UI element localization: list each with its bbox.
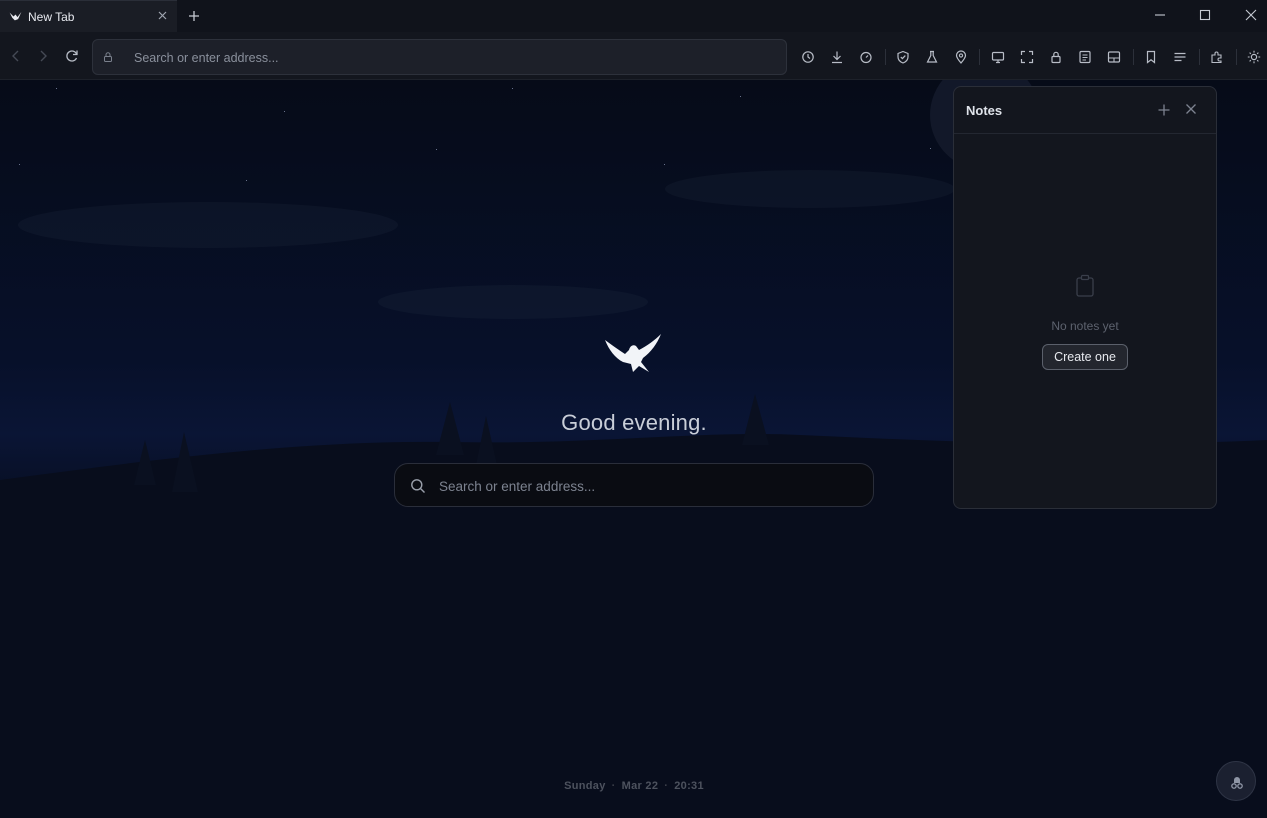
notes-header: Notes bbox=[954, 87, 1216, 134]
address-input[interactable] bbox=[132, 48, 736, 68]
newtab-search-box[interactable] bbox=[394, 463, 874, 507]
toolbar-divider bbox=[1133, 49, 1134, 65]
notes-empty-text: No notes yet bbox=[1051, 319, 1119, 333]
close-window-icon[interactable] bbox=[1244, 8, 1258, 22]
toolbar-divider bbox=[1199, 49, 1200, 65]
lock-toggle-icon[interactable] bbox=[1049, 50, 1063, 64]
title-bar: New Tab bbox=[0, 0, 1267, 32]
time-text: 20:31 bbox=[674, 780, 704, 792]
fullscreen-icon[interactable] bbox=[1020, 50, 1034, 64]
notes-panel: Notes No notes yet Create one bbox=[953, 86, 1217, 509]
download-icon[interactable] bbox=[830, 50, 844, 64]
date-time-footer: Sunday · Mar 22 · 20:31 bbox=[564, 780, 704, 792]
maximize-icon[interactable] bbox=[1198, 8, 1212, 22]
notes-title: Notes bbox=[966, 103, 1003, 118]
toolbar-divider bbox=[979, 49, 980, 65]
back-arrow-icon[interactable] bbox=[9, 49, 23, 63]
reader-icon[interactable] bbox=[1078, 50, 1092, 64]
minimize-icon[interactable] bbox=[1153, 8, 1167, 22]
toolbar-divider bbox=[1236, 49, 1237, 65]
theme-sun-icon[interactable] bbox=[1247, 50, 1261, 64]
create-note-button[interactable]: Create one bbox=[1042, 344, 1128, 370]
flask-icon[interactable] bbox=[925, 50, 939, 64]
agent-icon bbox=[1231, 777, 1243, 789]
extensions-icon[interactable] bbox=[1210, 50, 1224, 64]
forward-arrow-icon[interactable] bbox=[36, 49, 50, 63]
lock-icon bbox=[102, 51, 114, 63]
date-text: Mar 22 bbox=[621, 780, 659, 792]
search-icon bbox=[410, 478, 426, 494]
clipboard-icon bbox=[1075, 274, 1095, 298]
eagle-logo-icon bbox=[603, 332, 663, 376]
greeting-text: Good evening. bbox=[561, 410, 707, 435]
monitor-icon[interactable] bbox=[991, 50, 1005, 64]
history-icon[interactable] bbox=[801, 50, 815, 64]
location-pin-icon[interactable] bbox=[954, 50, 968, 64]
add-note-plus-icon[interactable] bbox=[1157, 103, 1171, 117]
address-bar[interactable] bbox=[92, 39, 787, 75]
day-text: Sunday bbox=[564, 780, 606, 792]
newtab-search-input[interactable] bbox=[437, 476, 841, 496]
new-tab-plus-icon[interactable] bbox=[187, 9, 201, 23]
tab-title: New Tab bbox=[28, 10, 75, 24]
shield-icon[interactable] bbox=[896, 50, 910, 64]
menu-icon[interactable] bbox=[1173, 50, 1187, 64]
tab-close-icon[interactable] bbox=[156, 9, 169, 22]
reload-icon[interactable] bbox=[65, 49, 79, 63]
eagle-icon bbox=[9, 10, 22, 23]
sidebar-icon[interactable] bbox=[1107, 50, 1121, 64]
toolbar-divider bbox=[885, 49, 886, 65]
tab-new-tab[interactable]: New Tab bbox=[0, 0, 177, 32]
assistant-fab-button[interactable] bbox=[1216, 761, 1256, 801]
bookmark-icon[interactable] bbox=[1144, 50, 1158, 64]
close-notes-icon[interactable] bbox=[1185, 103, 1197, 115]
timer-icon[interactable] bbox=[859, 50, 873, 64]
